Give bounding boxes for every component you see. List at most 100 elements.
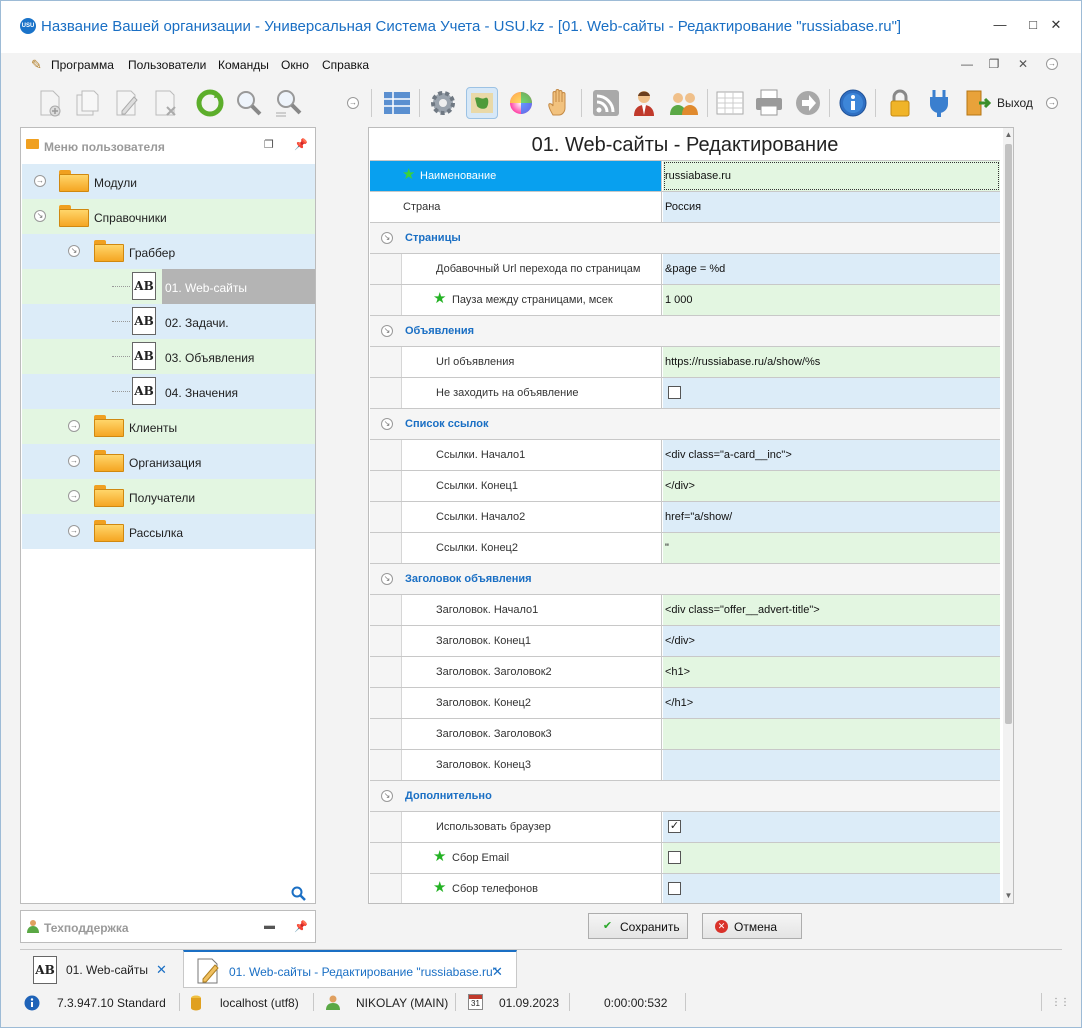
menu-users[interactable]: Пользователи (128, 58, 206, 72)
refresh-icon[interactable] (194, 87, 226, 119)
section-additional[interactable]: ↘ Дополнительно (370, 780, 1000, 811)
plugin-icon[interactable] (923, 87, 955, 119)
links-start1-input[interactable]: <div class="a-card__inc"> (663, 440, 1000, 470)
header-end3-input[interactable] (663, 750, 1000, 780)
mdi-minimize-icon[interactable]: — (958, 57, 976, 71)
toolbar-options-icon[interactable]: → (1046, 97, 1058, 109)
users-group-icon[interactable] (668, 87, 700, 119)
lock-icon[interactable] (884, 87, 916, 119)
tree-item-directories[interactable]: ↘ Справочники (22, 199, 315, 234)
panel-minimize-icon[interactable]: ▬ (264, 920, 275, 932)
expand-icon[interactable]: → (68, 420, 80, 432)
country-select[interactable]: Россия (663, 192, 1000, 222)
collapse-icon[interactable]: ↘ (381, 232, 393, 244)
expand-icon[interactable]: → (68, 525, 80, 537)
map-icon[interactable] (466, 87, 498, 119)
search-icon[interactable] (291, 886, 307, 902)
header-end1-input[interactable]: </div> (663, 626, 1000, 656)
resize-grip-icon[interactable]: ⋮⋮ (1051, 997, 1070, 1008)
info-icon[interactable] (837, 87, 869, 119)
tree-item-ads[interactable]: AB 03. Объявления (22, 339, 315, 374)
close-icon[interactable]: ✕ (1046, 15, 1066, 35)
new-document-icon[interactable] (33, 87, 65, 119)
section-pages[interactable]: ↘ Страницы (370, 222, 1000, 253)
section-ad-header[interactable]: ↘ Заголовок объявления (370, 563, 1000, 594)
save-button[interactable]: ✔ Сохранить (588, 913, 688, 939)
search-icon[interactable] (233, 87, 265, 119)
collapse-icon[interactable]: ↘ (68, 245, 80, 257)
header-title2-input[interactable]: <h1> (663, 657, 1000, 687)
pause-input[interactable]: 1 000 (663, 285, 1000, 315)
scroll-down-icon[interactable]: ▼ (1003, 891, 1013, 900)
mdi-restore-icon[interactable]: ❐ (985, 57, 1003, 71)
links-end2-input[interactable]: " (663, 533, 1000, 563)
mdi-arrow-icon[interactable]: → (1046, 58, 1058, 70)
skip-ad-checkbox[interactable] (668, 386, 681, 399)
tree-item-clients[interactable]: → Клиенты (22, 409, 315, 444)
tree-item-recipients[interactable]: → Получатели (22, 479, 315, 514)
collapse-icon[interactable]: ↘ (381, 573, 393, 585)
user-admin-icon[interactable] (629, 87, 661, 119)
scroll-up-icon[interactable]: ▲ (1003, 130, 1013, 139)
exit-label[interactable]: Выход (997, 96, 1033, 110)
maximize-icon[interactable]: □ (1023, 15, 1043, 35)
menu-program[interactable]: Программа (51, 58, 114, 72)
mdi-close-icon[interactable]: ✕ (1014, 57, 1032, 71)
menu-window[interactable]: Окно (281, 58, 309, 72)
exit-door-icon[interactable] (961, 87, 993, 119)
links-end1-input[interactable]: </div> (663, 471, 1000, 501)
form-scrollbar[interactable]: ▲ ▼ (1003, 128, 1013, 903)
tree-item-organization[interactable]: → Организация (22, 444, 315, 479)
forward-arrow-icon[interactable] (792, 87, 824, 119)
grid-view-icon[interactable] (381, 87, 413, 119)
header-title3-input[interactable] (663, 719, 1000, 749)
edit-document-icon[interactable] (110, 87, 142, 119)
collapse-icon[interactable]: ↘ (381, 790, 393, 802)
panel-float-icon[interactable]: ❐ (264, 138, 274, 151)
menu-commands[interactable]: Команды (218, 58, 269, 72)
panel-pin-icon[interactable]: 📌 (294, 138, 308, 151)
tree-item-modules[interactable]: → Модули (22, 164, 315, 199)
cancel-button[interactable]: ✕ Отмена (702, 913, 802, 939)
section-links[interactable]: ↘ Список ссылок (370, 408, 1000, 439)
expand-icon[interactable]: → (68, 490, 80, 502)
print-icon[interactable] (753, 87, 785, 119)
tab-websites[interactable]: AB 01. Web-сайты ✕ (20, 950, 183, 988)
expand-icon[interactable]: → (68, 455, 80, 467)
header-start1-input[interactable]: <div class="offer__advert-title"> (663, 595, 1000, 625)
tab-close-icon[interactable]: ✕ (156, 962, 167, 978)
panel-pin-icon[interactable]: 📌 (294, 920, 308, 933)
collect-email-checkbox[interactable] (668, 851, 681, 864)
use-browser-checkbox[interactable]: ✓ (668, 820, 681, 833)
delete-document-icon[interactable] (149, 87, 181, 119)
toolbar-collapse-icon[interactable]: → (347, 97, 359, 109)
page-url-input[interactable]: &page = %d (663, 254, 1000, 284)
links-start2-input[interactable]: href="a/show/ (663, 502, 1000, 532)
tree-item-tasks[interactable]: AB 02. Задачи. (22, 304, 315, 339)
tree-item-grabber[interactable]: ↘ Граббер (22, 234, 315, 269)
rss-icon[interactable] (590, 87, 622, 119)
collapse-icon[interactable]: ↘ (34, 210, 46, 222)
tree-item-websites[interactable]: AB 01. Web-сайты (22, 269, 315, 304)
color-palette-icon[interactable] (505, 87, 537, 119)
expand-icon[interactable]: → (34, 175, 46, 187)
tree-item-values[interactable]: AB 04. Значения (22, 374, 315, 409)
minimize-icon[interactable]: — (990, 15, 1010, 35)
collapse-icon[interactable]: ↘ (381, 418, 393, 430)
collect-phones-checkbox[interactable] (668, 882, 681, 895)
settings-gear-icon[interactable] (427, 87, 459, 119)
ad-url-input[interactable]: https://russiabase.ru/a/show/%s (663, 347, 1000, 377)
table-icon[interactable] (714, 87, 746, 119)
collapse-icon[interactable]: ↘ (381, 325, 393, 337)
hand-icon[interactable] (544, 87, 576, 119)
copy-document-icon[interactable] (71, 87, 103, 119)
scroll-thumb[interactable] (1005, 144, 1012, 724)
menu-help[interactable]: Справка (322, 58, 369, 72)
tree-item-mailing[interactable]: → Рассылка (22, 514, 315, 549)
name-input[interactable]: russiabase.ru (663, 161, 1000, 191)
section-ads[interactable]: ↘ Объявления (370, 315, 1000, 346)
advanced-search-icon[interactable] (272, 87, 304, 119)
header-end2-input[interactable]: </h1> (663, 688, 1000, 718)
tab-close-icon[interactable]: ✕ (492, 964, 503, 980)
tab-edit-website[interactable]: 01. Web-сайты - Редактирование "russiaba… (183, 950, 517, 988)
